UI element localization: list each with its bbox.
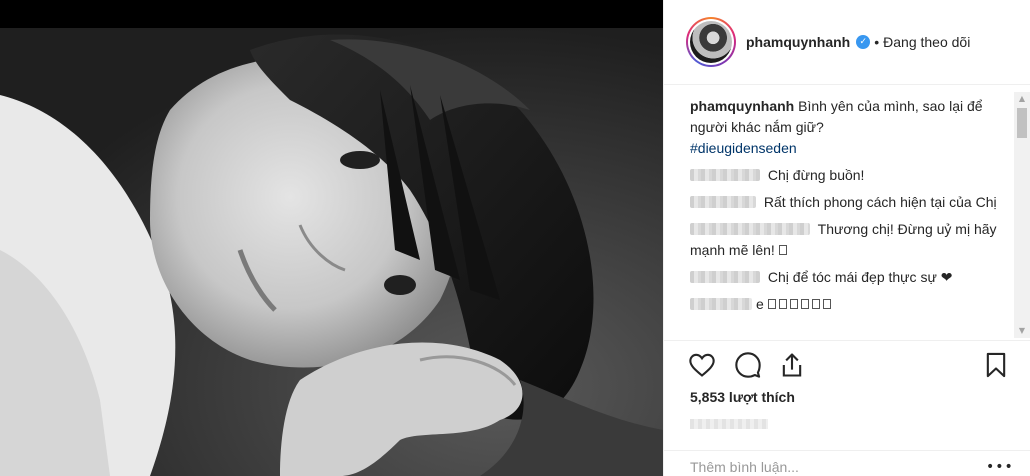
add-comment-input[interactable]: Thêm bình luận... xyxy=(690,459,799,475)
share-icon[interactable] xyxy=(778,351,806,379)
comment-item: Thương chị! Đừng uỷ mị hãy mạnh mẽ lên! xyxy=(690,219,1011,261)
redacted-post-date xyxy=(690,419,768,429)
unrendered-emoji-icon xyxy=(822,299,831,309)
unrendered-emoji-icon xyxy=(789,299,798,309)
post-photo[interactable] xyxy=(0,0,663,476)
redacted-username xyxy=(690,271,760,283)
comment-icon[interactable] xyxy=(734,351,762,379)
heart-icon[interactable] xyxy=(688,351,716,379)
caption: phamquynhanh Bình yên của mình, sao lại … xyxy=(690,96,1011,159)
post-actions: 5,853 lượt thích xyxy=(664,340,1030,450)
unrendered-emoji-icon xyxy=(800,299,809,309)
comments-scrollbar[interactable]: ▲ ▼ xyxy=(1014,92,1030,338)
redacted-username xyxy=(690,169,760,181)
scrollbar-thumb[interactable] xyxy=(1017,108,1027,138)
comment-item: Rất thích phong cách hiện tại của Chị xyxy=(690,192,1011,213)
header-separator: • xyxy=(874,34,880,50)
post-side-panel: phamquynhanh ✓ • Đang theo dõi phamquynh… xyxy=(663,0,1030,476)
likes-count[interactable]: 5,853 lượt thích xyxy=(690,389,795,405)
scroll-down-arrow-icon[interactable]: ▼ xyxy=(1014,324,1030,338)
hashtag-link[interactable]: #dieugidenseden xyxy=(690,138,1011,159)
comment-text: Chị để tóc mái đẹp thực sự ❤ xyxy=(767,269,953,285)
redacted-username xyxy=(690,223,810,235)
bookmark-icon[interactable] xyxy=(982,351,1010,379)
add-comment-area[interactable]: Thêm bình luận... ••• xyxy=(664,450,1030,476)
comment-item: e xyxy=(690,294,1011,315)
comment-text: Rất thích phong cách hiện tại của Chị xyxy=(763,194,997,210)
unrendered-emoji-icon xyxy=(778,299,787,309)
post-header: phamquynhanh ✓ • Đang theo dõi xyxy=(664,0,1030,85)
comments-list: phamquynhanh Bình yên của mình, sao lại … xyxy=(664,86,1030,340)
redacted-username xyxy=(690,196,756,208)
follow-status-button[interactable]: Đang theo dõi xyxy=(883,34,970,50)
unrendered-emoji-icon xyxy=(811,299,820,309)
caption-username[interactable]: phamquynhanh xyxy=(690,98,794,114)
user-avatar[interactable] xyxy=(686,17,736,67)
comment-item: Chị đừng buồn! xyxy=(690,165,1011,186)
photo-illustration xyxy=(0,0,663,476)
more-options-icon[interactable]: ••• xyxy=(986,459,1014,475)
comment-text: e xyxy=(756,296,764,312)
redacted-username xyxy=(690,298,752,310)
comment-item: Chị để tóc mái đẹp thực sự ❤ xyxy=(690,267,1011,288)
verified-badge-icon: ✓ xyxy=(856,35,871,49)
comment-text: Chị đừng buồn! xyxy=(767,167,865,183)
unrendered-emoji-icon xyxy=(778,245,787,255)
scroll-up-arrow-icon[interactable]: ▲ xyxy=(1014,92,1030,106)
header-username[interactable]: phamquynhanh xyxy=(746,34,850,50)
unrendered-emoji-icon xyxy=(767,299,776,309)
